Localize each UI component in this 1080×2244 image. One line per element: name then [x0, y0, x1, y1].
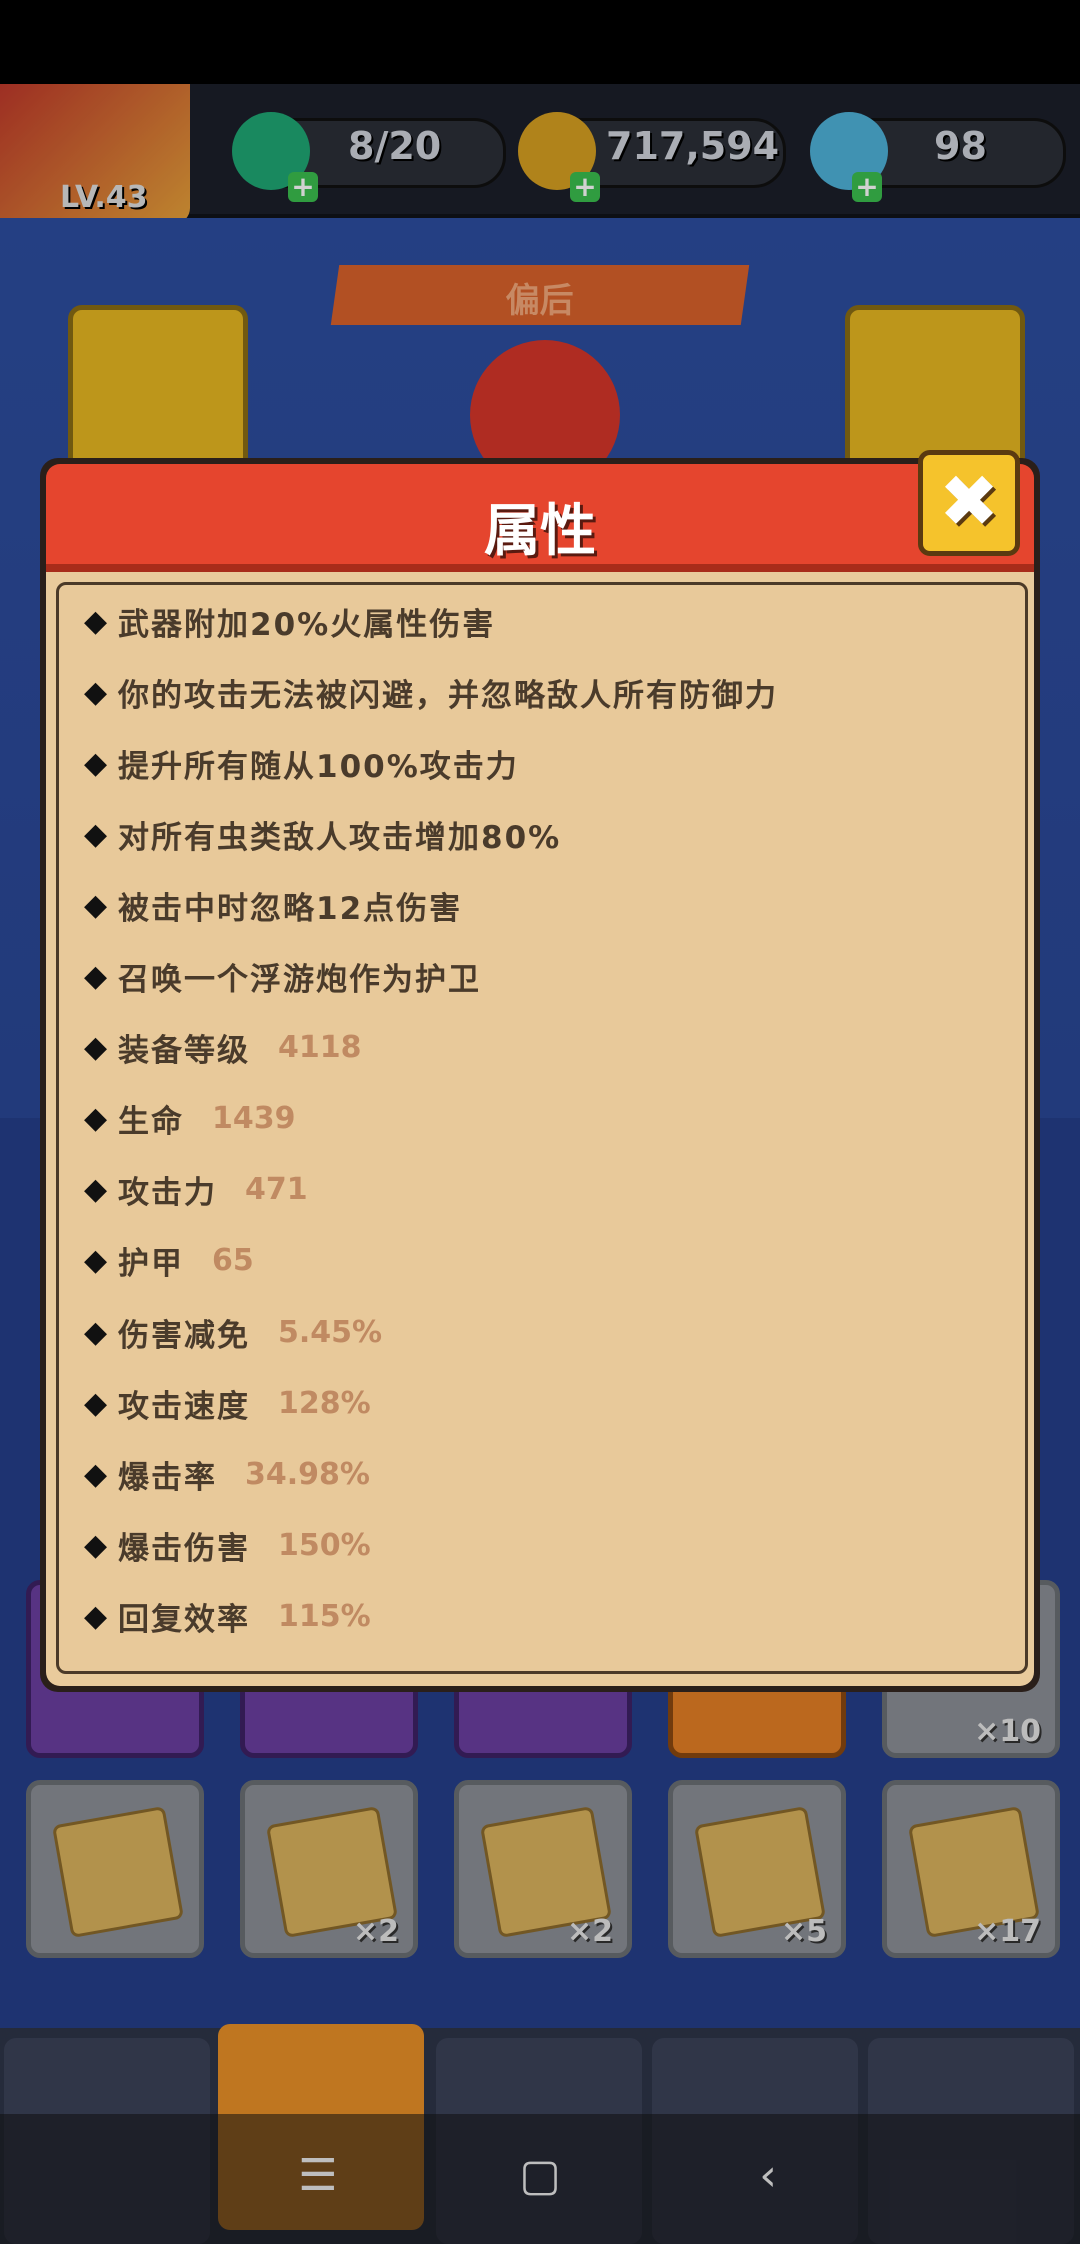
- attribute-label: 爆击伤害: [118, 1530, 250, 1567]
- attribute-row: ◆ 爆击率 34.98%: [84, 1449, 370, 1499]
- dialog-header: 属性: [46, 464, 1034, 572]
- attribute-value: 34.98%: [245, 1456, 370, 1492]
- close-button[interactable]: ✖: [918, 450, 1020, 556]
- diamond-bullet-icon: ◆: [84, 603, 108, 639]
- attribute-row: ◆ 攻击力 471: [84, 1165, 308, 1215]
- attribute-row: ◆ 回复效率 115%: [84, 1591, 371, 1641]
- attribute-value: 115%: [278, 1598, 371, 1634]
- diamond-bullet-icon: ◆: [84, 1314, 108, 1350]
- attribute-label: 召唤一个浮游炮作为护卫: [118, 962, 481, 998]
- attribute-row: ◆ 生命 1439: [84, 1094, 296, 1144]
- attribute-label: 爆击率: [118, 1459, 217, 1496]
- attribute-label: 攻击力: [118, 1175, 217, 1212]
- diamond-bullet-icon: ◆: [84, 887, 108, 923]
- attribute-label: 生命: [118, 1104, 184, 1141]
- diamond-bullet-icon: ◆: [84, 674, 108, 710]
- attribute-row: ◆ 伤害减免 5.45%: [84, 1307, 382, 1357]
- diamond-bullet-icon: ◆: [84, 1030, 108, 1066]
- attribute-row: ◆ 护甲 65: [84, 1236, 254, 1286]
- attribute-label: 回复效率: [118, 1601, 250, 1638]
- attribute-row: ◆ 召唤一个浮游炮作为护卫: [84, 952, 481, 1002]
- diamond-bullet-icon: ◆: [84, 959, 108, 994]
- attribute-label: 护甲: [118, 1246, 184, 1283]
- diamond-bullet-icon: ◆: [84, 1243, 108, 1279]
- diamond-bullet-icon: ◆: [84, 1527, 108, 1563]
- attribute-row: ◆ 爆击伤害 150%: [84, 1520, 371, 1570]
- dialog-title: 属性: [484, 499, 596, 564]
- diamond-bullet-icon: ◆: [84, 745, 108, 781]
- attribute-row: ◆ 被击中时忽略12点伤害: [84, 880, 462, 930]
- attribute-row: ◆ 装备等级 4118: [84, 1023, 362, 1073]
- attribute-label: 装备等级: [118, 1033, 250, 1070]
- attribute-row: ◆ 你的攻击无法被闪避，并忽略敌人所有防御力: [84, 667, 778, 717]
- attribute-value: 150%: [278, 1527, 371, 1563]
- diamond-bullet-icon: ◆: [84, 1385, 108, 1421]
- diamond-bullet-icon: ◆: [84, 1456, 108, 1492]
- attribute-row: ◆ 攻击速度 128%: [84, 1378, 371, 1428]
- close-icon: ✖: [938, 459, 1000, 543]
- attribute-label: 武器附加20%火属性伤害: [118, 606, 496, 643]
- attribute-row: ◆ 武器附加20%火属性伤害: [84, 596, 495, 646]
- attribute-value: 65: [212, 1243, 254, 1279]
- diamond-bullet-icon: ◆: [84, 1101, 108, 1137]
- attribute-label: 被击中时忽略12点伤害: [118, 890, 463, 927]
- diamond-bullet-icon: ◆: [84, 816, 108, 852]
- attribute-label: 你的攻击无法被闪避，并忽略敌人所有防御力: [118, 677, 778, 714]
- attribute-label: 攻击速度: [118, 1388, 250, 1425]
- attribute-label: 伤害减免: [118, 1317, 250, 1354]
- attribute-label: 提升所有随从100%攻击力: [118, 748, 519, 785]
- attribute-value: 1439: [212, 1101, 296, 1137]
- attribute-value: 471: [245, 1172, 308, 1208]
- diamond-bullet-icon: ◆: [84, 1598, 108, 1634]
- attribute-value: 5.45%: [278, 1314, 383, 1350]
- attribute-row: ◆ 提升所有随从100%攻击力: [84, 738, 519, 788]
- diamond-bullet-icon: ◆: [84, 1172, 108, 1208]
- attribute-value: 4118: [278, 1030, 362, 1066]
- attribute-row: ◆ 对所有虫类敌人攻击增加80%: [84, 809, 561, 859]
- attribute-value: 128%: [278, 1385, 371, 1421]
- attribute-label: 对所有虫类敌人攻击增加80%: [118, 819, 562, 856]
